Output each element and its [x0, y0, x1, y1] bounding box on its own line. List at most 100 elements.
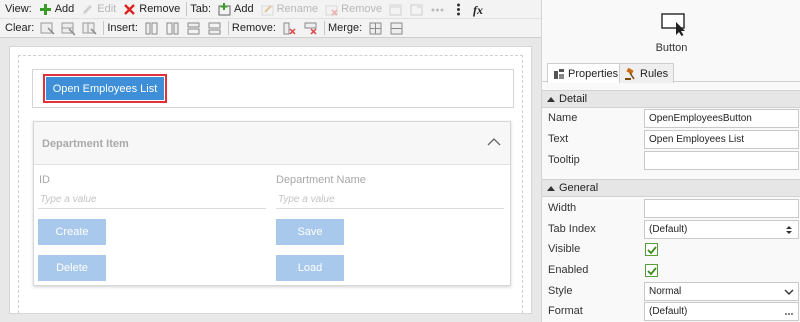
insert-row-above-button[interactable] [183, 20, 204, 37]
open-employees-button[interactable]: Open Employees List [43, 74, 167, 103]
prop-input-width[interactable] [644, 199, 799, 218]
department-name-label: Department Name [276, 174, 366, 186]
department-name-input[interactable] [276, 191, 504, 209]
fx-icon: fx [472, 2, 487, 17]
ellipsis-icon [430, 2, 445, 17]
add-view-button[interactable]: Add [35, 1, 78, 18]
prop-select-style[interactable]: Normal [644, 282, 799, 301]
detail-section-label: Detail [559, 93, 588, 105]
general-section-label: General [559, 182, 599, 194]
designer-area: View: Add Edit Remove Tab: Add Rename Re… [0, 0, 541, 322]
tab-properties[interactable]: Properties [547, 63, 625, 83]
merge-label: Merge: [327, 22, 363, 34]
prop-input-tab-index[interactable]: (Default) [644, 220, 799, 239]
add-tab-label: Add [234, 3, 254, 15]
create-button[interactable]: Create [38, 219, 106, 245]
prop-input-format[interactable]: (Default) [644, 302, 799, 321]
tab-layout-icon [409, 2, 424, 17]
remove-column-button[interactable] [279, 20, 300, 37]
prop-label-name: Name [548, 112, 578, 124]
prop-input-text[interactable]: Open Employees List [644, 130, 799, 149]
clear-button-3[interactable] [79, 20, 100, 37]
merge-button-1[interactable] [365, 20, 386, 37]
id-input[interactable] [38, 191, 266, 209]
prop-input-tooltip[interactable] [644, 151, 799, 170]
tab-index-value: (Default) [649, 224, 688, 235]
prop-label-width: Width [548, 202, 577, 214]
save-button[interactable]: Save [276, 219, 344, 245]
detail-section-header[interactable]: Detail [542, 90, 800, 108]
visible-checkbox[interactable] [645, 243, 658, 256]
prop-row-width: Width [542, 198, 800, 219]
button-panel: Open Employees List [32, 69, 514, 108]
prop-label-text: Text [548, 133, 569, 145]
clear-button-1[interactable] [37, 20, 58, 37]
remove-label: Remove: [231, 22, 276, 34]
prop-label-visible: Visible [548, 243, 581, 255]
prop-row-tab-index: Tab Index (Default) [542, 219, 800, 240]
remove-view-label: Remove [139, 3, 181, 15]
spinner-icon[interactable] [784, 224, 794, 236]
remove-row-button[interactable] [300, 20, 321, 37]
vertical-more-button[interactable] [448, 1, 469, 18]
tab-layout-button-1[interactable] [385, 1, 406, 18]
clear-row-icon [61, 21, 76, 36]
toolbar-row-1: View: Add Edit Remove Tab: Add Rename Re… [0, 0, 541, 19]
insert-row-below-button[interactable] [204, 20, 225, 37]
remove-view-button[interactable]: Remove [119, 1, 183, 18]
add-tab-icon [217, 2, 232, 17]
collapse-triangle-icon [547, 185, 555, 191]
chevron-up-icon[interactable] [487, 137, 501, 147]
id-label: ID [39, 174, 50, 186]
tab-properties-label: Properties [568, 67, 619, 80]
prop-label-enabled: Enabled [548, 264, 589, 276]
insert-col-left-button[interactable] [141, 20, 162, 37]
clear-table-icon [82, 21, 97, 36]
expression-button[interactable]: fx [469, 1, 490, 18]
button-control-icon [661, 13, 687, 37]
plus-icon [38, 2, 53, 17]
prop-row-name: Name OpenEmployeesButton [542, 108, 800, 129]
prop-input-name[interactable]: OpenEmployeesButton [644, 109, 799, 128]
clear-cell-icon [40, 21, 55, 36]
toolbar-row-2: Clear: Insert: Remove: Merge: [0, 19, 541, 38]
add-tab-button[interactable]: Add [214, 1, 257, 18]
tab-layout-icon [388, 2, 403, 17]
form-canvas: Open Employees List Department Item ID D… [9, 46, 532, 314]
edit-view-label: Edit [97, 3, 117, 15]
merge-button-2[interactable] [386, 20, 407, 37]
insert-row-icon [207, 21, 222, 36]
clear-label: Clear: [5, 22, 35, 34]
prop-row-tooltip: Tooltip [542, 150, 800, 171]
more-button[interactable] [427, 1, 448, 18]
tab-layout-button-2[interactable] [406, 1, 427, 18]
remove-tab-icon [324, 2, 339, 17]
separator [103, 21, 105, 35]
tab-label: Tab: [190, 3, 212, 15]
prop-row-visible: Visible [542, 239, 800, 260]
prop-label-tooltip: Tooltip [548, 154, 580, 166]
load-button[interactable]: Load [276, 255, 344, 281]
department-panel-header: Department Item [34, 122, 510, 165]
pencil-icon [80, 2, 95, 17]
gavel-icon [625, 67, 635, 80]
delete-button[interactable]: Delete [38, 255, 106, 281]
rename-tab-button[interactable]: Rename [257, 1, 322, 18]
chevron-down-icon[interactable] [784, 286, 794, 298]
ellipsis-icon[interactable] [784, 306, 794, 318]
merge-cells-icon [368, 21, 383, 36]
remove-tab-button[interactable]: Remove [321, 1, 385, 18]
checkmark-icon [646, 245, 657, 254]
general-section-header[interactable]: General [542, 179, 800, 197]
style-value: Normal [649, 286, 682, 297]
enabled-checkbox[interactable] [645, 264, 658, 277]
clear-button-2[interactable] [58, 20, 79, 37]
edit-view-button[interactable]: Edit [77, 1, 119, 18]
collapse-triangle-icon [547, 96, 555, 102]
tab-rules[interactable]: Rules [619, 63, 675, 83]
rename-tab-icon [260, 2, 275, 17]
separator [186, 2, 188, 16]
insert-label: Insert: [107, 22, 138, 34]
insert-col-right-button[interactable] [162, 20, 183, 37]
separator [323, 21, 325, 35]
